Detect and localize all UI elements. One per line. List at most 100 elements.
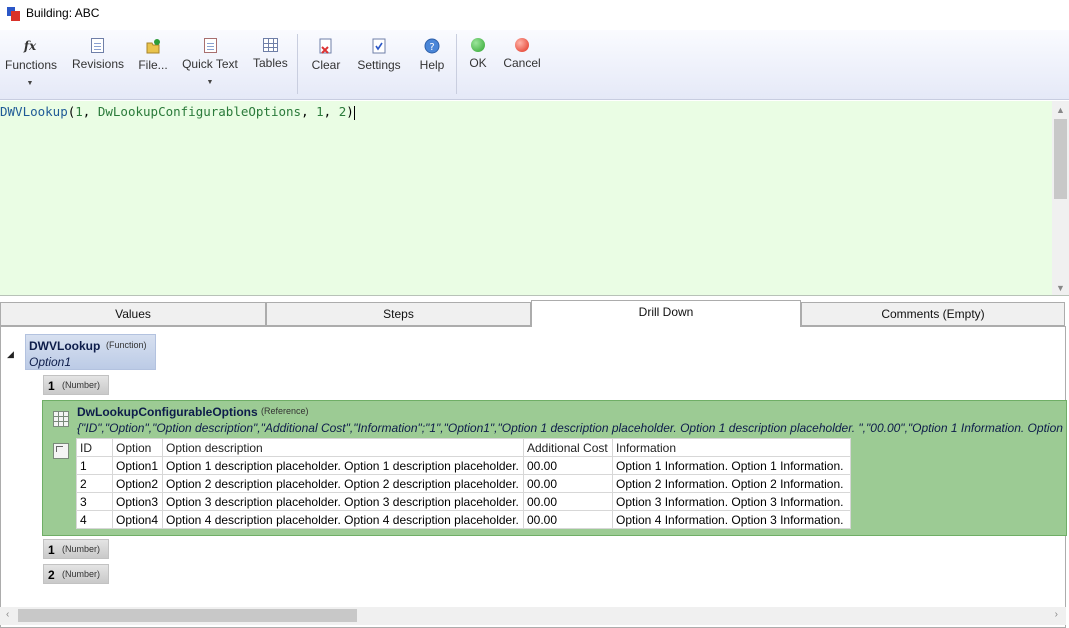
collapse-arrow-icon[interactable]: ◢ [7, 349, 14, 360]
argument-kind: (Number) [62, 380, 101, 390]
formula-arg-2: DwLookupConfigurableOptions [97, 104, 302, 119]
quick-text-label: Quick Text [182, 57, 238, 71]
formula-text[interactable]: DWVLookup(1, DwLookupConfigurableOptions… [0, 104, 355, 120]
tables-button[interactable]: Tables [253, 38, 288, 70]
table-cell: Option 2 description placeholder. Option… [162, 474, 524, 493]
scroll-right-icon[interactable]: › [1055, 609, 1058, 620]
dropdown-arrow-icon[interactable]: ▼ [182, 79, 238, 86]
formula-arg-3: 1 [316, 104, 324, 119]
table-cell: 3 [76, 492, 113, 511]
function-node-kind: (Function) [106, 340, 147, 350]
tab-drill-down[interactable]: Drill Down [531, 300, 801, 327]
table-cell: Option1 [112, 456, 163, 475]
table-row: 2 Option2 Option 2 description placehold… [76, 474, 851, 493]
table-cell: 00.00 [523, 456, 613, 475]
table-row: 3 Option3 Option 3 description placehold… [76, 492, 851, 511]
tab-strip: Values Steps Drill Down Comments (Empty) [0, 300, 1069, 327]
green-circle-icon [471, 38, 485, 52]
file-icon [145, 38, 161, 54]
reference-node-raw-value: {"ID","Option","Option description","Add… [77, 421, 1067, 435]
clear-button[interactable]: Clear [311, 38, 341, 72]
functions-label: Functions [5, 58, 58, 72]
column-header: Additional Cost [523, 438, 613, 457]
text-caret [353, 105, 355, 120]
scrollbar-thumb[interactable] [18, 609, 357, 622]
cancel-button[interactable]: Cancel [503, 38, 541, 70]
quick-text-button[interactable]: Quick Text ▼ [182, 38, 238, 86]
app-icon [7, 7, 20, 21]
formula-separator: , [82, 104, 98, 119]
drill-down-panel: ◢ DWVLookup (Function) Option1 1 (Number… [0, 326, 1067, 628]
ok-label: OK [469, 56, 487, 70]
ok-button[interactable]: OK [466, 38, 490, 70]
functions-button[interactable]: fx Functions ▼ [5, 38, 58, 87]
formula-close-paren: ) [346, 104, 354, 119]
red-circle-icon [515, 38, 529, 52]
argument-node[interactable]: 1 (Number) [43, 375, 109, 395]
title-bar: Building: ABC [0, 0, 1069, 28]
file-button[interactable]: File... [138, 38, 168, 72]
table-cell: 1 [76, 456, 113, 475]
table-row: 4 Option4 Option 4 description placehold… [76, 510, 851, 529]
formula-editor[interactable]: DWVLookup(1, DwLookupConfigurableOptions… [0, 101, 1069, 296]
settings-button[interactable]: Settings [357, 38, 401, 72]
formula-function-name: DWVLookup [0, 104, 68, 119]
help-label: Help [419, 58, 445, 72]
function-icon: fx [23, 39, 37, 53]
tab-values[interactable]: Values [0, 302, 266, 326]
table-cell: 00.00 [523, 492, 613, 511]
argument-value: 2 [48, 568, 55, 582]
scrollbar-thumb[interactable] [1054, 119, 1067, 199]
scroll-up-icon[interactable]: ▲ [1056, 105, 1065, 115]
settings-label: Settings [357, 58, 401, 72]
reference-node-name: DwLookupConfigurableOptions [77, 405, 258, 419]
table-cell: Option4 [112, 510, 163, 529]
grid-icon [53, 411, 69, 427]
table-cell: Option2 [112, 474, 163, 493]
table-cell: Option 2 Information. Option 2 Informati… [612, 474, 851, 493]
formula-separator: , [323, 104, 339, 119]
function-node-name: DWVLookup [29, 339, 101, 353]
formula-separator: , [301, 104, 317, 119]
dropdown-arrow-icon[interactable]: ▼ [5, 80, 55, 87]
table-cell: Option 1 description placeholder. Option… [162, 456, 524, 475]
tab-comments[interactable]: Comments (Empty) [801, 302, 1065, 326]
table-cell: Option 4 description placeholder. Option… [162, 510, 524, 529]
table-view-icon[interactable] [53, 443, 69, 459]
argument-value: 1 [48, 379, 55, 393]
toolbar-separator [297, 34, 298, 94]
tab-steps[interactable]: Steps [266, 302, 531, 326]
column-header: Information [612, 438, 851, 457]
scroll-left-icon[interactable]: ‹ [6, 609, 9, 620]
editor-vertical-scrollbar[interactable]: ▲ ▼ [1052, 101, 1069, 295]
revisions-button[interactable]: Revisions [72, 38, 124, 71]
scroll-down-icon[interactable]: ▼ [1056, 283, 1065, 293]
table-cell: 2 [76, 474, 113, 493]
reference-table: ID Option Option description Additional … [76, 438, 851, 529]
clear-icon [318, 38, 334, 54]
help-button[interactable]: ? Help [418, 38, 446, 72]
svg-text:?: ? [429, 42, 434, 53]
table-cell: 00.00 [523, 474, 613, 493]
argument-value: 1 [48, 543, 55, 557]
table-cell: 4 [76, 510, 113, 529]
argument-node[interactable]: 1 (Number) [43, 539, 109, 559]
function-node[interactable]: DWVLookup (Function) Option1 [25, 334, 156, 370]
argument-kind: (Number) [62, 544, 101, 554]
column-header: ID [76, 438, 113, 457]
argument-node[interactable]: 2 (Number) [43, 564, 109, 584]
reference-node[interactable]: DwLookupConfigurableOptions (Reference) … [42, 400, 1067, 536]
table-cell: Option3 [112, 492, 163, 511]
cancel-label: Cancel [503, 56, 541, 70]
panel-horizontal-scrollbar[interactable]: ‹ › [0, 607, 1066, 625]
clear-label: Clear [311, 58, 341, 72]
table-cell: Option 3 description placeholder. Option… [162, 492, 524, 511]
table-cell: Option 1 Information. Option 1 Informati… [612, 456, 851, 475]
settings-icon [371, 38, 387, 54]
tables-label: Tables [253, 56, 288, 70]
table-cell: Option 4 Information. Option 3 Informati… [612, 510, 851, 529]
table-row: 1 Option1 Option 1 description placehold… [76, 456, 851, 475]
column-header: Option [112, 438, 163, 457]
help-icon: ? [424, 38, 440, 54]
table-header-row: ID Option Option description Additional … [76, 438, 851, 457]
